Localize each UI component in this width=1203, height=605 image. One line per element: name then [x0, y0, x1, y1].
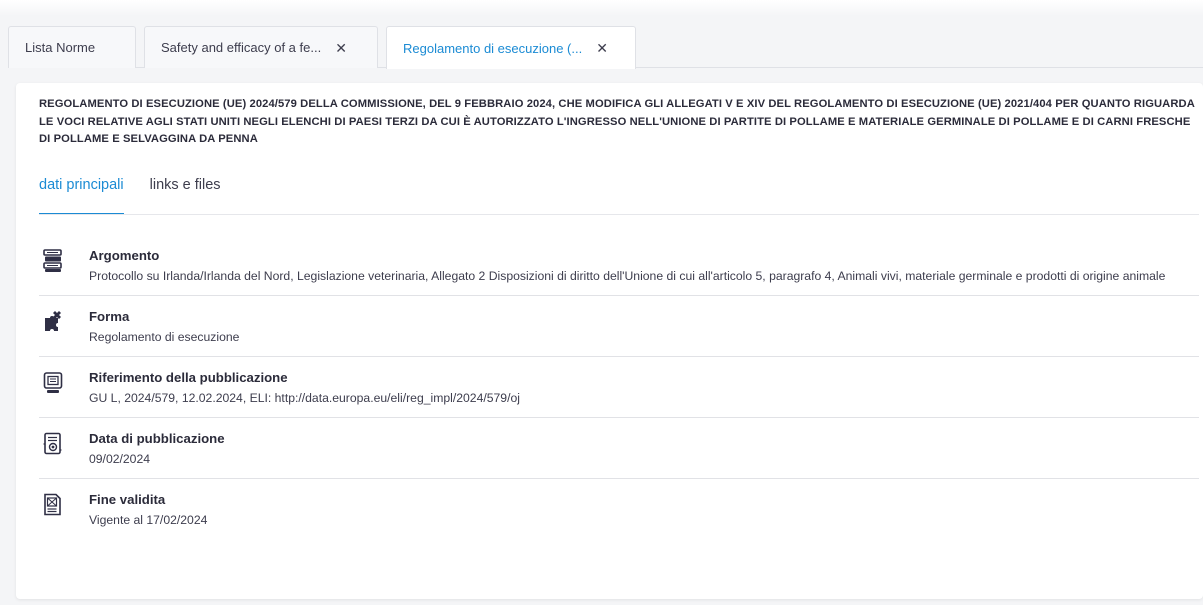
- field-value: 09/02/2024: [89, 452, 150, 466]
- publication-monitor-icon: [43, 371, 63, 395]
- field-riferimento-pubblicazione: Riferimento della pubblicazione GU L, 20…: [39, 357, 1199, 418]
- tab-label: Regolamento di esecuzione (...: [403, 40, 583, 56]
- divider: [39, 214, 1199, 215]
- close-icon[interactable]: ✕: [335, 41, 347, 55]
- tab-label: Lista Norme: [25, 40, 96, 55]
- subtab-dati-principali[interactable]: dati principali: [39, 177, 124, 215]
- tab-label: Safety and efficacy of a fe...: [161, 40, 322, 55]
- field-value: Protocollo su Irlanda/Irlanda del Nord, …: [89, 269, 1166, 283]
- certificate-icon: [43, 432, 63, 456]
- field-label: Data di pubblicazione: [89, 431, 225, 446]
- field-forma: Forma Regolamento di esecuzione: [39, 296, 1199, 357]
- detail-tabs: dati principali links e files: [39, 177, 221, 215]
- field-list: Argomento Protocollo su Irlanda/Irlanda …: [39, 235, 1199, 539]
- tab-safety-efficacy[interactable]: Safety and efficacy of a fe... ✕: [144, 26, 378, 68]
- document-card: REGOLAMENTO DI ESECUZIONE (UE) 2024/579 …: [16, 83, 1203, 599]
- close-icon[interactable]: ✕: [596, 41, 608, 55]
- tab-lista-norme[interactable]: Lista Norme: [8, 26, 136, 68]
- document-title: REGOLAMENTO DI ESECUZIONE (UE) 2024/579 …: [39, 98, 1195, 145]
- books-stack-icon: [43, 249, 63, 273]
- tab-strip: Lista Norme Safety and efficacy of a fe.…: [8, 26, 1203, 69]
- subtab-links-files[interactable]: links e files: [150, 177, 221, 215]
- expired-document-icon: [43, 493, 63, 517]
- top-shadow: [0, 0, 1203, 16]
- field-label: Fine validita: [89, 492, 166, 507]
- puzzle-icon: [43, 310, 63, 334]
- field-label: Riferimento della pubblicazione: [89, 370, 288, 385]
- field-label: Forma: [89, 309, 130, 324]
- field-value: Vigente al 17/02/2024: [89, 513, 208, 527]
- field-data-pubblicazione: Data di pubblicazione 09/02/2024: [39, 418, 1199, 479]
- tab-regolamento[interactable]: Regolamento di esecuzione (... ✕: [386, 26, 636, 69]
- field-fine-validita: Fine validita Vigente al 17/02/2024: [39, 479, 1199, 539]
- field-label: Argomento: [89, 248, 160, 263]
- field-value: Regolamento di esecuzione: [89, 330, 240, 344]
- field-argomento: Argomento Protocollo su Irlanda/Irlanda …: [39, 235, 1199, 296]
- field-value: GU L, 2024/579, 12.02.2024, ELI: http://…: [89, 391, 520, 405]
